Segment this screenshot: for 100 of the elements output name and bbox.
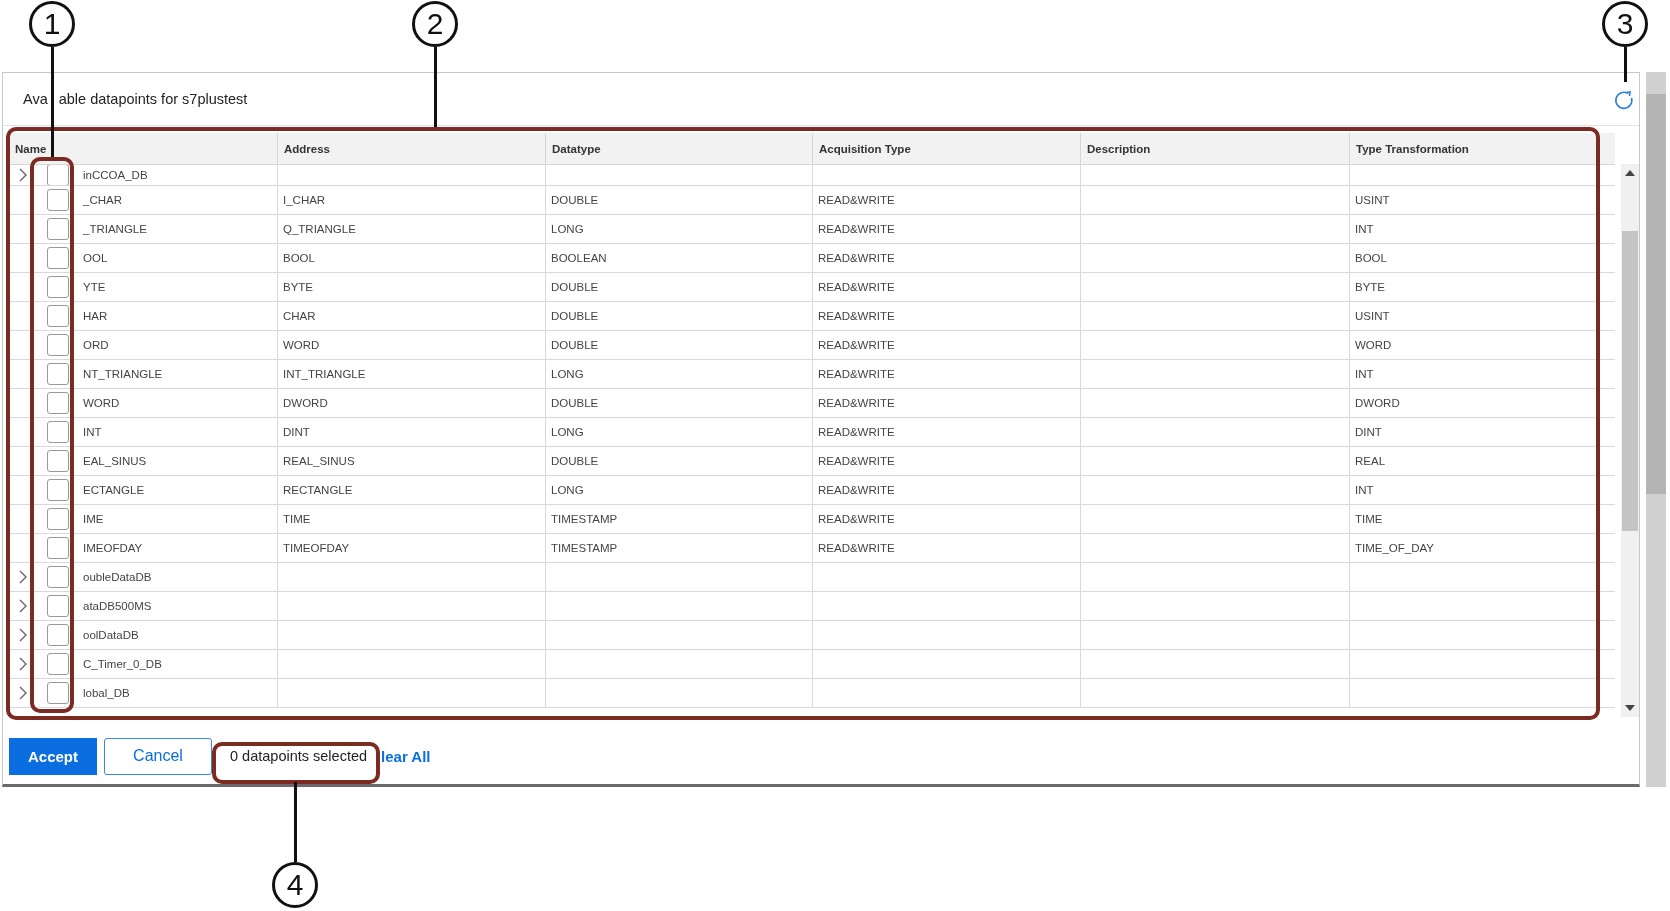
checkbox[interactable]	[47, 595, 69, 617]
table-cell: WORD	[1355, 339, 1392, 351]
callout-marker: 3	[1602, 1, 1648, 47]
checkbox[interactable]	[47, 218, 69, 240]
checkbox[interactable]	[47, 624, 69, 646]
datapoint-name: YTE	[83, 281, 106, 293]
chevron-icon[interactable]	[19, 686, 27, 700]
callout-marker: 2	[412, 1, 458, 47]
table-cell: DOUBLE	[551, 194, 599, 206]
refresh-icon[interactable]	[1613, 89, 1635, 111]
table-cell: READ&WRITE	[818, 223, 895, 235]
callout-marker: 4	[272, 862, 318, 908]
table-cell: USINT	[1355, 310, 1390, 322]
table-cell: CHAR	[283, 310, 316, 322]
dialog-title: able datapoints for s7plustest	[58, 91, 248, 107]
table-cell: LONG	[551, 484, 584, 496]
checkbox[interactable]	[47, 653, 69, 675]
table-cell: DOUBLE	[551, 281, 599, 293]
table-cell: TIMEOFDAY	[283, 542, 350, 554]
table-cell: LONG	[551, 368, 584, 380]
scrollbar[interactable]	[1621, 164, 1639, 717]
datapoint-name: ataDB500MS	[83, 600, 152, 612]
column-header[interactable]: Datatype	[546, 133, 813, 164]
table-cell: USINT	[1355, 194, 1390, 206]
checkbox[interactable]	[47, 566, 69, 588]
checkbox[interactable]	[47, 363, 69, 385]
table-cell: TIMESTAMP	[551, 542, 618, 554]
table-cell: DOUBLE	[551, 339, 599, 351]
checkbox[interactable]	[47, 276, 69, 298]
table-cell: INT_TRIANGLE	[283, 368, 366, 380]
datapoint-name: lobal_DB	[83, 687, 130, 699]
table-cell: READ&WRITE	[818, 397, 895, 409]
datapoint-name: ECTANGLE	[83, 484, 145, 496]
table-cell: BOOLEAN	[551, 252, 607, 264]
chevron-icon[interactable]	[19, 628, 27, 642]
checkbox[interactable]	[47, 508, 69, 530]
table-cell: READ&WRITE	[818, 513, 895, 525]
checkbox[interactable]	[47, 247, 69, 269]
datapoint-name: _CHAR	[83, 194, 122, 206]
chevron-icon[interactable]	[19, 657, 27, 671]
table-cell: WORD	[283, 339, 320, 351]
table-cell: READ&WRITE	[818, 542, 895, 554]
chevron-icon[interactable]	[19, 570, 27, 584]
datapoint-name: WORD	[83, 397, 120, 409]
table-cell: BOOL	[1355, 252, 1387, 264]
checkbox[interactable]	[47, 165, 69, 185]
checkbox[interactable]	[47, 479, 69, 501]
datapoint-name: oolDataDB	[83, 629, 139, 641]
datapoint-name: C_Timer_0_DB	[83, 658, 162, 670]
datapoint-name: IMEOFDAY	[83, 542, 143, 554]
checkbox[interactable]	[47, 682, 69, 704]
clear-all-link[interactable]: lear All	[381, 747, 431, 765]
datapoint-name: HAR	[83, 310, 108, 322]
checkbox[interactable]	[47, 392, 69, 414]
column-header[interactable]: Acquisition Type	[813, 133, 1081, 164]
chevron-icon[interactable]	[19, 168, 27, 182]
datapoint-name: INT	[83, 426, 102, 438]
datapoint-name: IME	[83, 513, 104, 525]
table-cell: READ&WRITE	[818, 252, 895, 264]
table-cell: DINT	[1355, 426, 1382, 438]
checkbox[interactable]	[47, 334, 69, 356]
checkbox[interactable]	[47, 421, 69, 443]
table-cell: READ&WRITE	[818, 455, 895, 467]
table-cell: BYTE	[1355, 281, 1386, 293]
column-header[interactable]: Description	[1081, 133, 1350, 164]
selection-count: 0 datapoints selected	[230, 748, 368, 764]
table-cell: DINT	[283, 426, 310, 438]
table-cell: READ&WRITE	[818, 281, 895, 293]
table-cell: I_CHAR	[283, 194, 326, 206]
table-cell: LONG	[551, 223, 584, 235]
checkbox[interactable]	[47, 189, 69, 211]
column-header[interactable]: Address	[278, 133, 546, 164]
table-cell: BOOL	[283, 252, 315, 264]
datapoint-name: oubleDataDB	[83, 571, 152, 583]
table-cell: BYTE	[283, 281, 314, 293]
table-cell: TIME	[283, 513, 311, 525]
table-cell: TIME	[1355, 513, 1383, 525]
scroll-up-icon[interactable]	[1625, 170, 1636, 176]
datapoint-name: inCCOA_DB	[83, 169, 148, 181]
checkbox[interactable]	[47, 450, 69, 472]
table-cell: DOUBLE	[551, 310, 599, 322]
scrollbar[interactable]	[1646, 72, 1666, 787]
table-cell: READ&WRITE	[818, 484, 895, 496]
table-cell: DOUBLE	[551, 455, 599, 467]
checkbox[interactable]	[47, 305, 69, 327]
scroll-down-icon[interactable]	[1625, 705, 1636, 711]
accept-button[interactable]: Accept	[9, 737, 97, 775]
table-cell: LONG	[551, 426, 584, 438]
datapoint-name: ORD	[83, 339, 109, 351]
chevron-icon[interactable]	[19, 599, 27, 613]
dialog-title: Ava	[23, 91, 48, 107]
table-cell: DWORD	[283, 397, 328, 409]
datapoint-name: OOL	[83, 252, 108, 264]
table-cell: RECTANGLE	[283, 484, 353, 496]
table-cell: READ&WRITE	[818, 368, 895, 380]
datapoint-name: NT_TRIANGLE	[83, 368, 163, 380]
table-cell: Q_TRIANGLE	[283, 223, 356, 235]
checkbox[interactable]	[47, 537, 69, 559]
cancel-button[interactable]: Cancel	[104, 737, 212, 775]
column-header[interactable]: Type Transformation	[1350, 133, 1597, 164]
